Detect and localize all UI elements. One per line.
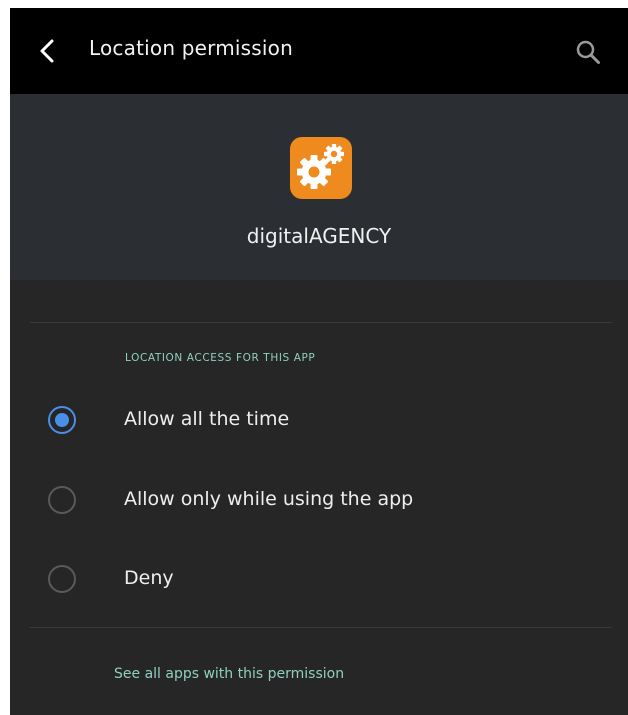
screen: Location permission digitalAGENCY LOCATI…: [10, 8, 628, 715]
app-icon: [290, 137, 352, 199]
option-label: Allow all the time: [124, 408, 290, 430]
see-all-apps-link[interactable]: See all apps with this permission: [114, 666, 344, 682]
back-button[interactable]: [32, 34, 62, 68]
divider: [30, 627, 612, 628]
app-name: digitalAGENCY: [246, 224, 392, 248]
chevron-left-icon: [40, 39, 54, 63]
radio-unchecked-icon[interactable]: [48, 565, 76, 593]
radio-checked-icon[interactable]: [48, 406, 76, 434]
option-deny[interactable]: Deny: [10, 552, 628, 608]
option-allow-while-using[interactable]: Allow only while using the app: [10, 473, 628, 529]
section-label: LOCATION ACCESS FOR THIS APP: [125, 352, 316, 364]
gears-icon: [297, 144, 344, 189]
search-icon: [576, 40, 600, 64]
search-button[interactable]: [572, 36, 604, 68]
toolbar: Location permission: [10, 8, 628, 94]
app-header: digitalAGENCY: [10, 94, 628, 280]
page-title: Location permission: [89, 36, 293, 60]
radio-unchecked-icon[interactable]: [48, 486, 76, 514]
option-label: Deny: [124, 567, 174, 589]
option-label: Allow only while using the app: [124, 488, 414, 510]
divider: [30, 322, 612, 323]
option-allow-all-the-time[interactable]: Allow all the time: [10, 393, 628, 449]
